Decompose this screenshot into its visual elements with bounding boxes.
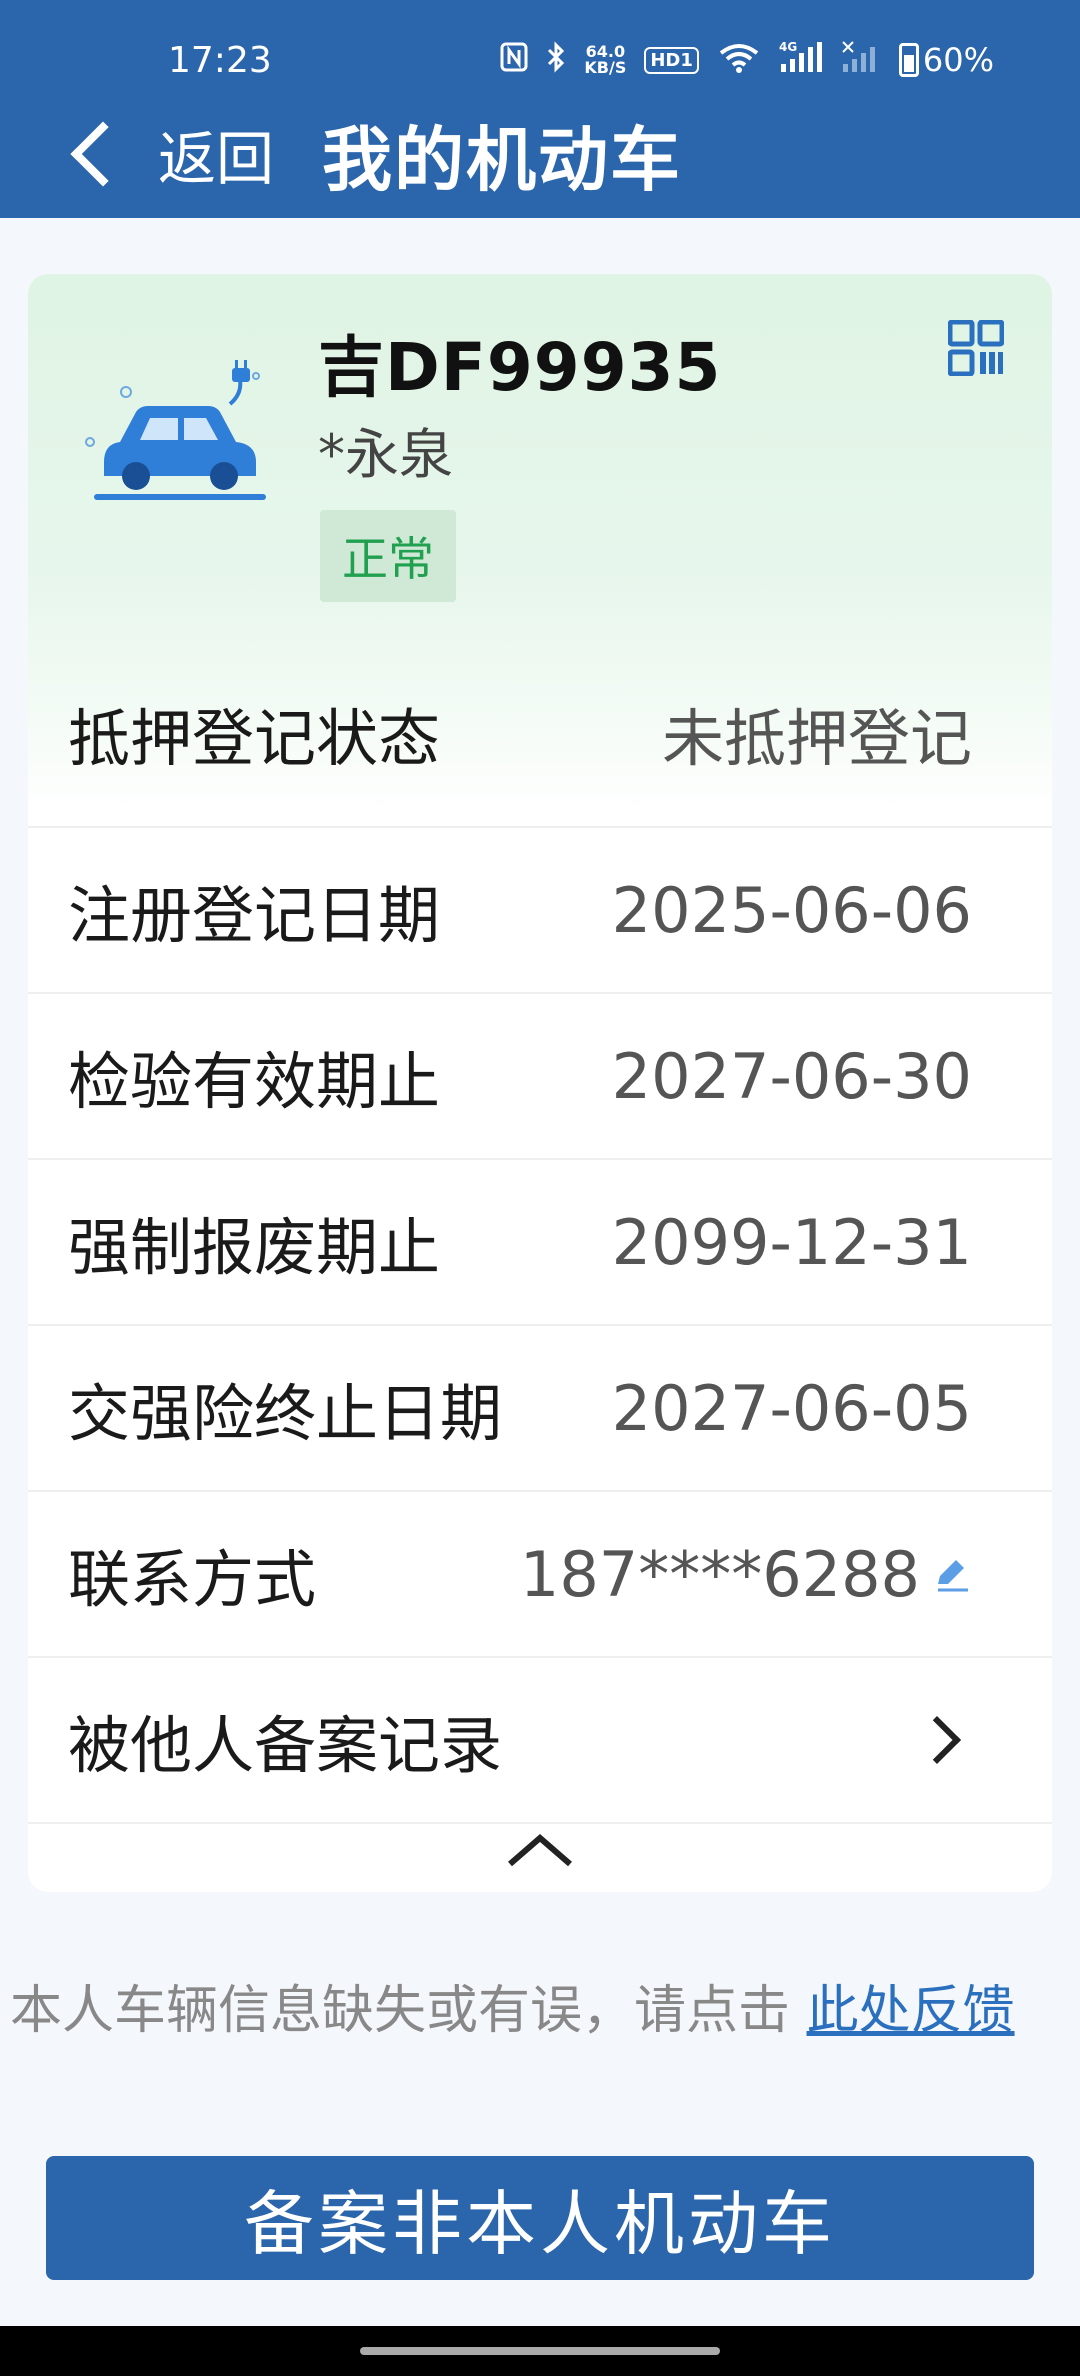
feedback-text: 本人车辆信息缺失或有误，请点击 [10, 1981, 807, 2041]
system-nav-bar [0, 2326, 1080, 2376]
battery-indicator: 60% [898, 41, 994, 79]
back-label: 返回 [158, 125, 275, 193]
svg-text:4G: 4G [779, 40, 797, 54]
detail-label: 注册登记日期 [68, 879, 441, 952]
feedback-line: 本人车辆信息缺失或有误，请点击 此处反馈 [0, 1968, 1080, 2048]
detail-label: 强制报废期止 [68, 1211, 441, 1284]
wifi-icon [717, 41, 761, 79]
detail-value: 2099-12-31 [611, 1205, 972, 1279]
detail-label: 联系方式 [68, 1543, 317, 1616]
owner-name: *永泉 [318, 423, 453, 486]
feedback-link[interactable]: 此处反馈 [807, 1981, 1015, 2041]
back-button[interactable]: 返回 [62, 112, 274, 196]
hd-badge: HD1 [644, 46, 699, 74]
nav-bar: 返回 我的机动车 [0, 104, 1080, 204]
chevron-left-icon [70, 121, 136, 187]
status-icons: 64.0 KB/S HD1 4G 60% [500, 40, 994, 80]
vehicle-card: 吉DF99935 *永泉 正常 抵押登记状态 未抵押登记 注册登记日期 2025… [28, 274, 1052, 1892]
edit-icon[interactable] [932, 1554, 972, 1594]
app-header: 17:23 64.0 KB/S HD1 4G 60% 返回 我的机动车 [0, 0, 1080, 218]
signal-secondary-icon [841, 40, 881, 80]
detail-value: 2027-06-05 [611, 1371, 972, 1445]
detail-row-registration-date: 注册登记日期 2025-06-06 [28, 826, 1052, 992]
detail-value: 2025-06-06 [611, 873, 972, 947]
detail-row-others-records[interactable]: 被他人备案记录 [28, 1656, 1052, 1822]
net-speed-unit: KB/S [584, 58, 627, 77]
register-other-vehicle-button[interactable]: 备案非本人机动车 [46, 2156, 1034, 2280]
home-indicator[interactable] [360, 2347, 720, 2355]
vehicle-status-badge: 正常 [320, 510, 456, 602]
detail-label: 抵押登记状态 [68, 702, 441, 775]
chevron-right-icon [912, 1715, 962, 1765]
qr-code-icon[interactable] [948, 320, 1004, 376]
detail-value: 未抵押登记 [661, 702, 972, 775]
bluetooth-icon [546, 41, 566, 79]
contact-phone: 187****6288 [519, 1537, 920, 1611]
status-time: 17:23 [168, 39, 272, 81]
status-bar: 17:23 64.0 KB/S HD1 4G 60% [0, 32, 1080, 88]
detail-value: 2027-06-30 [611, 1039, 972, 1113]
detail-row-mortgage: 抵押登记状态 未抵押登记 [28, 650, 1052, 816]
chevron-up-icon[interactable] [500, 1826, 580, 1876]
detail-label: 被他人备案记录 [68, 1709, 503, 1782]
page-title: 我的机动车 [322, 118, 683, 201]
contact-value-wrap[interactable]: 187****6288 [520, 1538, 972, 1611]
detail-row-insurance-expiry: 交强险终止日期 2027-06-05 [28, 1324, 1052, 1490]
battery-icon [898, 43, 919, 77]
page: 17:23 64.0 KB/S HD1 4G 60% 返回 我的机动车 吉DF9… [0, 0, 1080, 2376]
detail-row-inspection-expiry: 检验有效期止 2027-06-30 [28, 992, 1052, 1158]
signal-4g-icon: 4G [779, 40, 823, 80]
detail-row-contact: 联系方式 187****6288 [28, 1490, 1052, 1656]
license-plate: 吉DF99935 [318, 329, 722, 406]
detail-label: 检验有效期止 [68, 1045, 441, 1118]
detail-label: 交强险终止日期 [68, 1377, 503, 1450]
electric-car-icon [85, 360, 266, 500]
battery-percent: 60% [922, 41, 994, 79]
detail-row-scrap-deadline: 强制报废期止 2099-12-31 [28, 1158, 1052, 1324]
network-speed: 64.0 KB/S [584, 44, 626, 76]
nfc-icon [500, 42, 528, 78]
